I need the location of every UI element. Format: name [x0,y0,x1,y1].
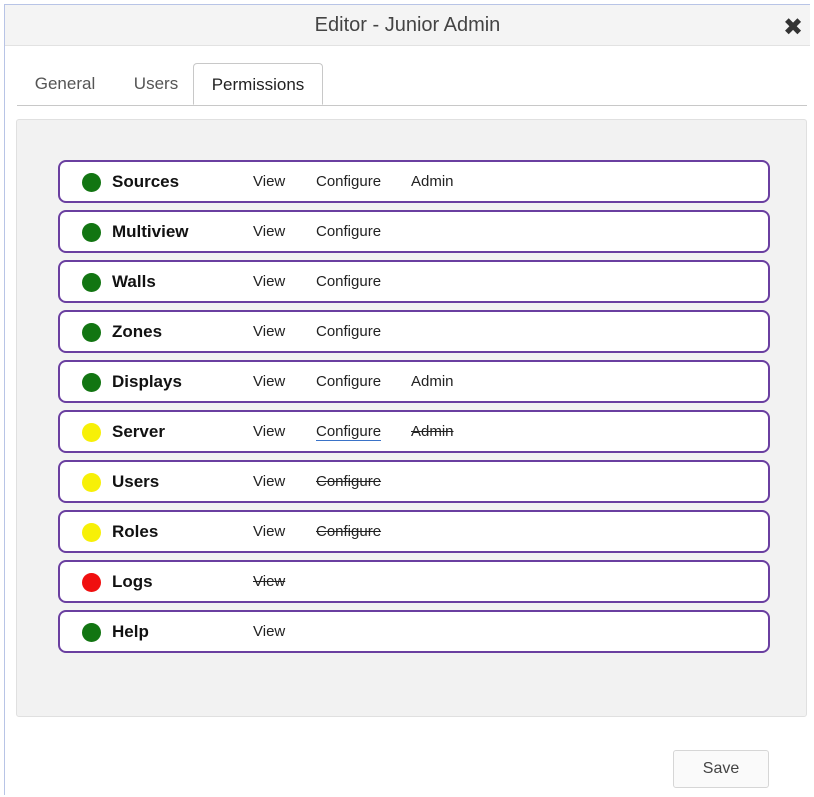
tab-permissions[interactable]: Permissions [193,63,323,105]
permission-row-sources: Sources View Configure Admin [58,160,770,203]
permission-row-roles: Roles View Configure [58,510,770,553]
permission-name: Multiview [112,222,189,241]
status-dot-green [82,373,101,392]
permission-name: Users [112,472,160,491]
view-permission-toggle[interactable]: View [253,262,285,301]
view-permission-toggle[interactable]: View [253,512,285,551]
tab-bar: General Users Permissions [17,63,807,106]
status-dot-green [82,623,101,642]
permission-name: Roles [112,522,159,541]
tab-users[interactable]: Users [119,63,193,105]
permission-name: Help [112,622,149,641]
status-dot-green [82,273,101,292]
configure-permission-toggle[interactable]: Configure [316,362,381,401]
configure-permission-toggle[interactable]: Configure [316,212,381,251]
view-permission-toggle[interactable]: View [253,562,285,601]
permissions-panel: Sources View Configure Admin Multiview View Co… [16,119,807,717]
permission-name: Logs [112,572,153,591]
permission-name: Displays [112,372,182,391]
editor-dialog: Editor - Junior Admin ✖ General Users Pe… [4,4,810,795]
view-permission-toggle[interactable]: View [253,362,285,401]
status-dot-green [82,173,101,192]
permission-name: Walls [112,272,156,291]
permission-name: Zones [112,322,163,341]
permission-row-logs: Logs View [58,560,770,603]
status-dot-green [82,223,101,242]
configure-permission-toggle[interactable]: Configure [316,312,381,351]
configure-permission-toggle[interactable]: Configure [316,412,382,451]
configure-permission-toggle[interactable]: Configure [316,512,381,551]
permission-name: Server [112,422,165,441]
permission-row-displays: Displays View Configure Admin [58,360,770,403]
permission-row-help: Help View [58,610,770,653]
permission-row-walls: Walls View Configure [58,260,770,303]
status-dot-yellow [82,423,101,442]
status-dot-yellow [82,523,101,542]
permission-row-server: Server View Configure Admin [58,410,770,453]
dialog-title: Editor - Junior Admin [314,14,501,36]
status-dot-red [82,573,101,592]
configure-permission-toggle[interactable]: Configure [316,262,381,301]
view-permission-toggle[interactable]: View [253,212,285,251]
configure-permission-toggle[interactable]: Configure [316,162,381,201]
status-dot-green [82,323,101,342]
configure-permission-toggle[interactable]: Configure [316,462,381,501]
permission-row-users: Users View Configure [58,460,770,503]
status-dot-yellow [82,473,101,492]
permission-row-multiview: Multiview View Configure [58,210,770,253]
view-permission-toggle[interactable]: View [253,462,285,501]
permission-name: Sources [112,172,180,191]
view-permission-toggle[interactable]: View [253,162,285,201]
configure-permission-label: Configure [316,423,382,441]
permission-row-zones: Zones View Configure [58,310,770,353]
admin-permission-toggle[interactable]: Admin [411,412,454,451]
admin-permission-toggle[interactable]: Admin [411,362,454,401]
view-permission-toggle[interactable]: View [253,412,285,451]
view-permission-toggle[interactable]: View [253,312,285,351]
title-bar: Editor - Junior Admin ✖ [5,5,810,46]
admin-permission-toggle[interactable]: Admin [411,162,454,201]
view-permission-toggle[interactable]: View [253,612,285,651]
tab-general[interactable]: General [25,63,105,105]
close-icon[interactable]: ✖ [782,16,804,40]
save-button[interactable]: Save [673,750,769,788]
